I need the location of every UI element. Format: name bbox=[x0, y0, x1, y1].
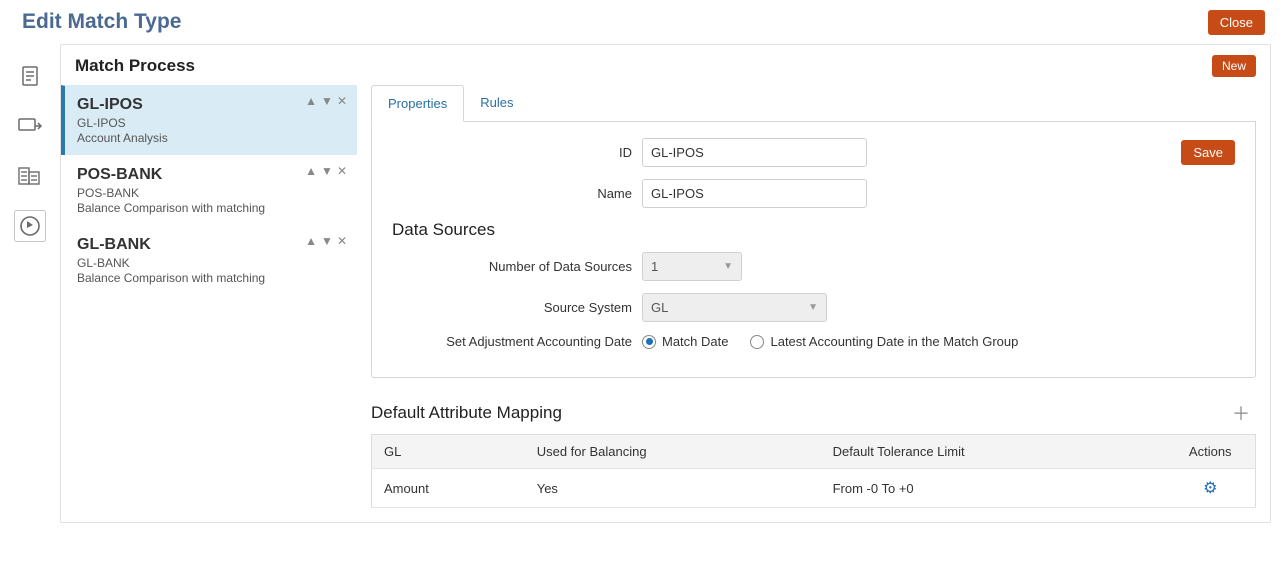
delete-icon[interactable]: ✕ bbox=[337, 94, 347, 108]
data-sources-title: Data Sources bbox=[392, 220, 1235, 240]
save-button[interactable]: Save bbox=[1181, 140, 1235, 165]
move-down-icon[interactable]: ▼ bbox=[321, 94, 333, 108]
radio-label: Latest Accounting Date in the Match Grou… bbox=[770, 334, 1018, 349]
mapping-col-tolerance: Default Tolerance Limit bbox=[821, 435, 1166, 469]
process-name: POS-BANK bbox=[77, 166, 343, 184]
process-id: POS-BANK bbox=[77, 186, 343, 200]
cell-balancing: Yes bbox=[525, 469, 821, 508]
radio-icon bbox=[642, 335, 656, 349]
document-icon[interactable] bbox=[14, 60, 46, 92]
num-ds-value: 1 bbox=[651, 259, 658, 274]
delete-icon[interactable]: ✕ bbox=[337, 164, 347, 178]
sidebar bbox=[0, 44, 60, 523]
cell-tolerance: From -0 To +0 bbox=[821, 469, 1166, 508]
new-button[interactable]: New bbox=[1212, 55, 1256, 77]
chevron-down-icon: ▼ bbox=[723, 261, 733, 272]
radio-match-date[interactable]: Match Date bbox=[642, 334, 728, 349]
page-title: Edit Match Type bbox=[22, 10, 181, 34]
mapping-col-actions: Actions bbox=[1166, 435, 1256, 469]
process-item-gl-ipos[interactable]: GL-IPOS GL-IPOS Account Analysis ▲ ▼ ✕ bbox=[61, 85, 357, 155]
buildings-icon[interactable] bbox=[14, 160, 46, 192]
process-icon[interactable] bbox=[14, 210, 46, 242]
name-label: Name bbox=[392, 186, 642, 201]
id-input[interactable] bbox=[642, 138, 867, 167]
process-name: GL-IPOS bbox=[77, 96, 343, 114]
process-desc: Account Analysis bbox=[77, 131, 343, 145]
move-up-icon[interactable]: ▲ bbox=[305, 164, 317, 178]
source-system-label: Source System bbox=[392, 300, 642, 315]
process-desc: Balance Comparison with matching bbox=[77, 201, 343, 215]
transfer-icon[interactable] bbox=[14, 110, 46, 142]
tab-properties[interactable]: Properties bbox=[371, 85, 464, 122]
move-up-icon[interactable]: ▲ bbox=[305, 94, 317, 108]
move-down-icon[interactable]: ▼ bbox=[321, 164, 333, 178]
table-row: Amount Yes From -0 To +0 ⚙ bbox=[372, 469, 1256, 508]
num-ds-label: Number of Data Sources bbox=[392, 259, 642, 274]
radio-latest-date[interactable]: Latest Accounting Date in the Match Grou… bbox=[750, 334, 1018, 349]
cell-gl: Amount bbox=[372, 469, 525, 508]
add-mapping-button[interactable]: ＋ bbox=[1226, 400, 1256, 426]
radio-icon bbox=[750, 335, 764, 349]
gear-icon[interactable]: ⚙ bbox=[1203, 480, 1217, 497]
tabs: Properties Rules bbox=[371, 85, 1256, 122]
process-name: GL-BANK bbox=[77, 236, 343, 254]
mapping-col-gl: GL bbox=[372, 435, 525, 469]
move-up-icon[interactable]: ▲ bbox=[305, 234, 317, 248]
close-button[interactable]: Close bbox=[1208, 10, 1265, 35]
tab-rules[interactable]: Rules bbox=[464, 85, 529, 121]
process-list: GL-IPOS GL-IPOS Account Analysis ▲ ▼ ✕ P… bbox=[61, 85, 357, 522]
mapping-col-balancing: Used for Balancing bbox=[525, 435, 821, 469]
adjustment-date-label: Set Adjustment Accounting Date bbox=[392, 334, 642, 349]
id-label: ID bbox=[392, 145, 642, 160]
name-input[interactable] bbox=[642, 179, 867, 208]
source-system-select[interactable]: GL ▼ bbox=[642, 293, 827, 322]
num-ds-select[interactable]: 1 ▼ bbox=[642, 252, 742, 281]
section-title: Match Process bbox=[75, 56, 195, 76]
radio-label: Match Date bbox=[662, 334, 728, 349]
mapping-table: GL Used for Balancing Default Tolerance … bbox=[371, 434, 1256, 508]
source-system-value: GL bbox=[651, 300, 668, 315]
chevron-down-icon: ▼ bbox=[808, 302, 818, 313]
delete-icon[interactable]: ✕ bbox=[337, 234, 347, 248]
process-desc: Balance Comparison with matching bbox=[77, 271, 343, 285]
move-down-icon[interactable]: ▼ bbox=[321, 234, 333, 248]
process-item-pos-bank[interactable]: POS-BANK POS-BANK Balance Comparison wit… bbox=[61, 155, 357, 225]
process-id: GL-IPOS bbox=[77, 116, 343, 130]
mapping-title: Default Attribute Mapping bbox=[371, 403, 562, 423]
process-item-gl-bank[interactable]: GL-BANK GL-BANK Balance Comparison with … bbox=[61, 225, 357, 295]
process-id: GL-BANK bbox=[77, 256, 343, 270]
